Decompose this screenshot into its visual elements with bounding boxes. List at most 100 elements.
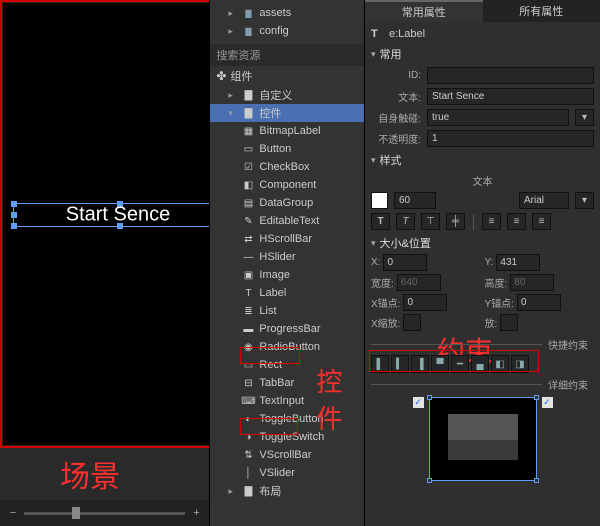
label-id: ID:	[371, 70, 421, 81]
control-icon: ◐	[242, 414, 254, 425]
components-header[interactable]: ✤ 组件	[210, 66, 364, 86]
component-item-hslider[interactable]: —HSlider	[210, 248, 364, 266]
component-item-editabletext[interactable]: ✎EditableText	[210, 212, 364, 230]
input-anchor-y[interactable]	[517, 294, 561, 311]
input-font-size[interactable]	[394, 192, 436, 209]
align-btn-7[interactable]: ◧	[491, 355, 509, 373]
component-item-component[interactable]: ◧ Component	[210, 176, 364, 194]
component-item-datagroup[interactable]: ▤ DataGroup	[210, 194, 364, 212]
component-item-list[interactable]: ≣List	[210, 302, 364, 320]
components-controls[interactable]: ▾▇ 控件	[210, 104, 364, 122]
components-layout[interactable]: ▸▇布局	[210, 482, 364, 500]
control-icon: ⇄	[242, 234, 254, 245]
component-label: BitmapLabel	[259, 125, 320, 137]
align-left-button[interactable]: ≡	[482, 213, 501, 230]
component-item-hscrollbar[interactable]: ⇄ HScrollBar	[210, 230, 364, 248]
label-text: 文本:	[371, 89, 421, 104]
dropdown-icon[interactable]: ▾	[575, 192, 594, 209]
label-width: 宽度:	[371, 275, 394, 290]
input-scale-x[interactable]	[403, 314, 421, 331]
component-item-bitmaplabel[interactable]: ▦BitmapLabel	[210, 122, 364, 140]
stage[interactable]: Start Sence	[3, 3, 233, 445]
tree-label: assets	[259, 7, 291, 19]
component-label: RadioButton	[259, 341, 320, 353]
color-swatch[interactable]	[371, 192, 388, 209]
tree-folder-assets[interactable]: ▸ assets	[210, 4, 364, 22]
input-y[interactable]	[496, 254, 540, 271]
label-x: X:	[371, 257, 380, 268]
component-item-progressbar[interactable]: ▬ProgressBar	[210, 320, 364, 338]
align-btn-4[interactable]: ▀	[431, 355, 449, 373]
component-item-image[interactable]: ▣Image	[210, 266, 364, 284]
label-anchor-y: Y锚点:	[485, 295, 514, 310]
constraint-check-tr[interactable]: ✓	[542, 397, 553, 408]
input-anchor-x[interactable]	[403, 294, 447, 311]
align-center-button[interactable]: ≡	[507, 213, 526, 230]
component-item-button[interactable]: ▭Button	[210, 140, 364, 158]
component-item-label[interactable]: T Label	[210, 284, 364, 302]
input-x[interactable]	[383, 254, 427, 271]
component-item-vscrollbar[interactable]: ⇅VScrollBar	[210, 446, 364, 464]
input-height[interactable]	[510, 274, 554, 291]
middle-button[interactable]: ╪	[446, 213, 465, 230]
input-scale-y[interactable]	[500, 314, 518, 331]
component-item-checkbox[interactable]: ☑CheckBox	[210, 158, 364, 176]
constraint-box[interactable]	[429, 397, 537, 481]
align-btn-1[interactable]: ▌	[371, 355, 389, 373]
underline-button[interactable]: ⊤	[421, 213, 440, 230]
bold-button[interactable]: T	[371, 213, 390, 230]
section-common[interactable]: ▾常用	[371, 43, 594, 65]
folder-icon: ▇	[242, 90, 254, 101]
component-label: TabBar	[259, 377, 294, 389]
section-sizepos[interactable]: ▾大小&位置	[371, 232, 594, 254]
section-style[interactable]: ▾样式	[371, 149, 594, 171]
zoom-in-icon[interactable]: +	[189, 506, 203, 520]
italic-button[interactable]: T	[396, 213, 415, 230]
zoom-slider[interactable]	[24, 512, 185, 515]
control-icon: T	[242, 288, 254, 299]
control-icon: ⇅	[242, 450, 254, 461]
tree-folder-config[interactable]: ▸ config	[210, 22, 364, 40]
divider	[473, 214, 474, 230]
component-label: HScrollBar	[259, 233, 312, 245]
type-name: e:Label	[389, 28, 425, 40]
input-id[interactable]	[427, 67, 594, 84]
label-anchor-x: X锚点:	[371, 295, 400, 310]
input-alpha[interactable]	[427, 130, 594, 147]
components-controls-label: 控件	[259, 105, 281, 121]
align-btn-6[interactable]: ▄	[471, 355, 489, 373]
dropdown-icon[interactable]: ▾	[575, 109, 594, 126]
zoom-out-icon[interactable]: −	[6, 506, 20, 520]
component-label: ProgressBar	[259, 323, 320, 335]
label-alpha: 不透明度:	[371, 131, 421, 146]
component-item-vslider[interactable]: │VSlider	[210, 464, 364, 482]
search-header: 搜索资源	[210, 44, 364, 66]
align-right-button[interactable]: ≡	[532, 213, 551, 230]
components-custom[interactable]: ▸▇ 自定义	[210, 86, 364, 104]
tree-label: config	[259, 25, 288, 37]
constraint-check-tl[interactable]: ✓	[413, 397, 424, 408]
input-text[interactable]	[427, 88, 594, 105]
control-icon: ◧	[242, 180, 254, 191]
component-label: Component	[259, 179, 316, 191]
component-label: ToggleSwitch	[259, 431, 324, 443]
input-font-family[interactable]	[519, 192, 569, 209]
tab-common-props[interactable]: 常用属性	[365, 0, 483, 22]
control-icon: │	[242, 468, 254, 479]
control-icon: —	[242, 252, 254, 263]
quick-constraint-header: 快捷约束	[542, 337, 594, 352]
input-touch[interactable]	[427, 109, 569, 126]
puzzle-icon: ✤	[216, 69, 226, 83]
input-width[interactable]	[397, 274, 441, 291]
align-btn-2[interactable]: ▍	[391, 355, 409, 373]
control-icon: ▤	[242, 198, 254, 209]
align-btn-8[interactable]: ◨	[511, 355, 529, 373]
component-label: DataGroup	[259, 197, 313, 209]
component-item-radiobutton[interactable]: ◉RadioButton	[210, 338, 364, 356]
component-label: Label	[259, 287, 286, 299]
align-btn-5[interactable]: ━	[451, 355, 469, 373]
control-icon: ⌨	[242, 396, 254, 407]
canvas-label-text[interactable]: Start Sence	[66, 204, 171, 227]
align-btn-3[interactable]: ▐	[411, 355, 429, 373]
tab-all-props[interactable]: 所有属性	[483, 0, 600, 22]
